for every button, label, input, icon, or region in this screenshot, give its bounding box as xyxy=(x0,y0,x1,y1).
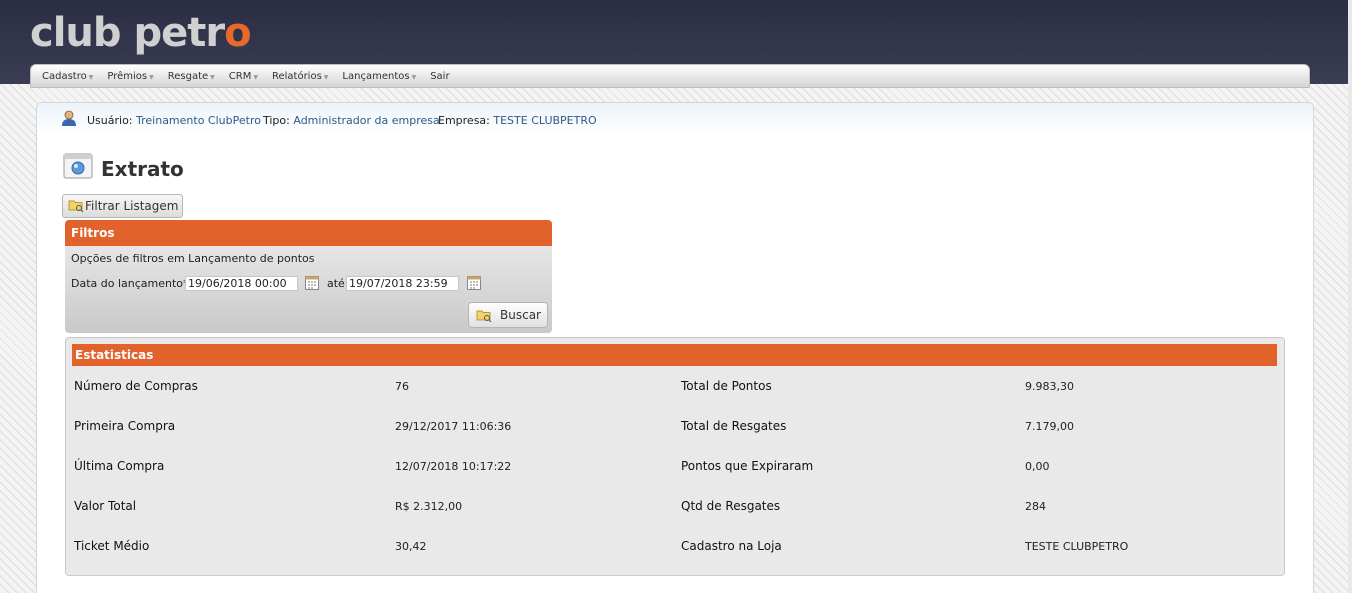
date-label: Data do lançamento*: xyxy=(71,277,193,290)
stat-label: Valor Total xyxy=(74,499,137,513)
stat-value: TESTE CLUBPETRO xyxy=(1025,540,1129,553)
menu-cadastro[interactable]: Cadastro ▼ xyxy=(35,71,100,82)
calendar-icon[interactable] xyxy=(305,276,319,290)
statistics-title: Estatisticas xyxy=(72,344,1277,366)
filter-list-button[interactable]: Filtrar Listagem xyxy=(62,194,183,218)
until-label: até xyxy=(327,277,345,290)
chevron-down-icon: ▼ xyxy=(253,73,258,81)
menu-crm[interactable]: CRM ▼ xyxy=(222,71,265,82)
folder-search-icon xyxy=(68,200,84,213)
main-menu: Cadastro ▼ Prêmios ▼ Resgate ▼ CRM ▼ Relatór… xyxy=(30,64,1310,88)
user-info: Usuário: Treinamento ClubPetro xyxy=(87,114,261,127)
stat-value: 284 xyxy=(1025,500,1046,513)
menu-relatorios[interactable]: Relatórios ▼ xyxy=(265,71,335,82)
date-from-input[interactable]: 19/06/2018 00:00 xyxy=(185,276,298,291)
stat-value: 12/07/2018 10:17:22 xyxy=(395,460,512,473)
filters-panel: Filtros Opções de filtros em Lançamento … xyxy=(65,220,552,333)
menu-sair[interactable]: Sair xyxy=(423,71,456,82)
user-label: Usuário: xyxy=(87,114,133,127)
stat-label: Ticket Médio xyxy=(74,539,150,553)
date-to-input[interactable]: 19/07/2018 23:59 xyxy=(346,276,459,291)
stat-label: Total de Resgates xyxy=(681,419,787,433)
chevron-down-icon: ▼ xyxy=(411,73,417,81)
chevron-down-icon: ▼ xyxy=(323,73,329,81)
user-info-bar: Usuário: Treinamento ClubPetro Tipo: Adm… xyxy=(37,103,1313,133)
stat-value: 30,42 xyxy=(395,540,427,553)
filters-title: Filtros xyxy=(65,220,552,246)
company-value: TESTE CLUBPETRO xyxy=(493,114,597,127)
stat-label: Pontos que Expiraram xyxy=(681,459,814,473)
folder-search-icon xyxy=(476,310,492,323)
page-scrollbar[interactable] xyxy=(1348,0,1352,593)
type-info: Tipo: Administrador da empresa xyxy=(263,114,440,127)
logo-text: club petr xyxy=(30,10,225,56)
stat-value: 0,00 xyxy=(1025,460,1050,473)
company-label: Empresa: xyxy=(438,114,490,127)
company-info: Empresa: TESTE CLUBPETRO xyxy=(438,114,597,127)
stat-label: Total de Pontos xyxy=(681,379,772,393)
chevron-down-icon: ▼ xyxy=(149,73,154,81)
stat-label: Primeira Compra xyxy=(74,419,176,433)
search-button-label: Buscar xyxy=(500,308,541,322)
stat-value: 9.983,30 xyxy=(1025,380,1074,393)
filters-description: Opções de filtros em Lançamento de ponto… xyxy=(71,252,315,265)
stat-label: Número de Compras xyxy=(74,379,198,393)
statistics-panel: Estatisticas Número de Compras 76 Total … xyxy=(65,337,1285,576)
stat-value: 29/12/2017 11:06:36 xyxy=(395,420,512,433)
menu-premios[interactable]: Prêmios ▼ xyxy=(100,71,160,82)
content-panel: Usuário: Treinamento ClubPetro Tipo: Adm… xyxy=(36,102,1314,593)
stat-label: Última Compra xyxy=(74,459,165,473)
chevron-down-icon: ▼ xyxy=(88,73,94,81)
menu-resgate[interactable]: Resgate ▼ xyxy=(161,71,222,82)
club-petro-logo[interactable]: club petro xyxy=(30,10,252,56)
chevron-down-icon: ▼ xyxy=(210,73,215,81)
user-icon xyxy=(62,110,76,126)
search-button[interactable]: Buscar xyxy=(468,302,548,328)
type-label: Tipo: xyxy=(263,114,290,127)
stat-value: 76 xyxy=(395,380,409,393)
statement-page-icon xyxy=(63,153,93,179)
filter-list-label: Filtrar Listagem xyxy=(85,199,179,213)
stat-label: Cadastro na Loja xyxy=(681,539,782,553)
stat-value: R$ 2.312,00 xyxy=(395,500,463,513)
menu-lancamentos[interactable]: Lançamentos ▼ xyxy=(335,71,423,82)
user-value: Treinamento ClubPetro xyxy=(136,114,261,127)
calendar-icon[interactable] xyxy=(467,276,481,290)
stat-label: Qtd de Resgates xyxy=(681,499,781,513)
logo-drop-o: o xyxy=(224,10,252,56)
stat-value: 7.179,00 xyxy=(1025,420,1074,433)
page-title: Extrato xyxy=(101,157,184,181)
type-value: Administrador da empresa xyxy=(293,114,440,127)
